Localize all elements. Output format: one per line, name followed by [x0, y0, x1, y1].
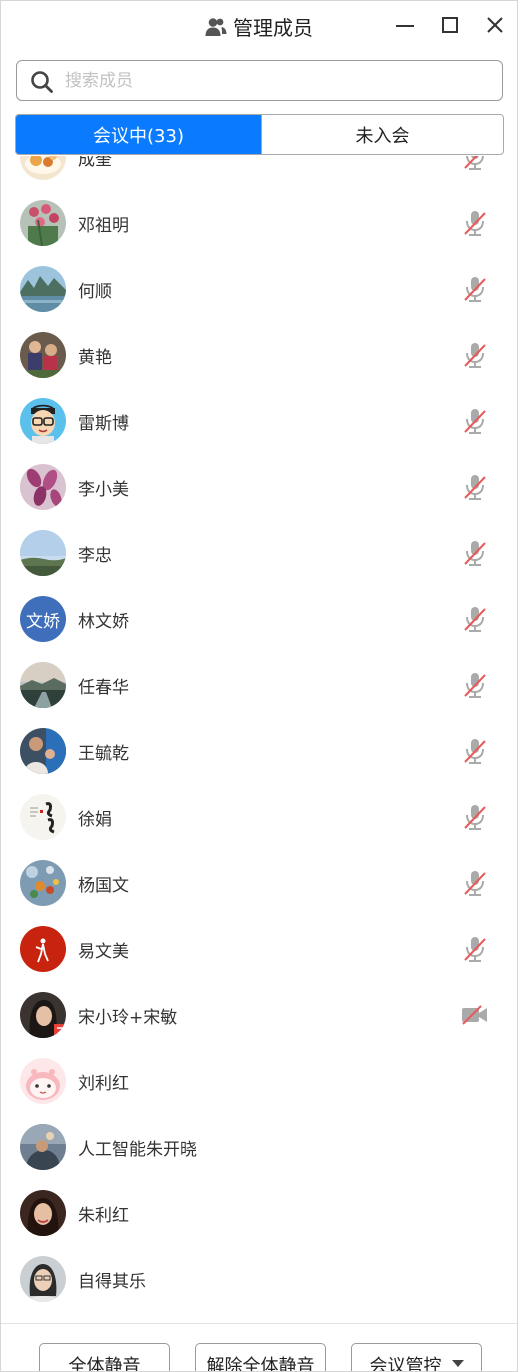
camera-off-icon[interactable] — [461, 1004, 489, 1026]
list-item[interactable]: 雷斯博 — [1, 388, 517, 454]
member-name: 王毓乾 — [78, 744, 129, 764]
mic-muted-icon[interactable] — [462, 737, 488, 765]
member-name: 雷斯博 — [78, 414, 129, 434]
list-item[interactable]: 任春华 — [1, 652, 517, 718]
list-item[interactable]: 文娇 林文娇 — [1, 586, 517, 652]
list-item[interactable]: 宋小玲+宋敏 — [1, 982, 517, 1048]
member-name: 朱利红 — [78, 1206, 129, 1226]
list-item[interactable]: 徐娟 — [1, 784, 517, 850]
mic-muted-icon[interactable] — [462, 539, 488, 567]
avatar: 文娇 — [20, 596, 66, 642]
member-name: 易文美 — [78, 942, 129, 962]
mic-muted-icon[interactable] — [462, 803, 488, 831]
title-bar: 管理成员 — [1, 1, 517, 51]
avatar — [20, 464, 66, 510]
avatar — [20, 662, 66, 708]
people-icon — [205, 17, 227, 42]
list-item[interactable]: 易文美 — [1, 916, 517, 982]
caret-down-icon — [451, 1360, 464, 1367]
avatar — [20, 530, 66, 576]
mic-muted-icon[interactable] — [462, 209, 488, 237]
member-name: 自得其乐 — [78, 1272, 146, 1292]
member-name: 刘利红 — [78, 1074, 129, 1094]
list-item[interactable]: 成奎 — [1, 156, 517, 190]
list-item[interactable]: 李小美 — [1, 454, 517, 520]
footer-toolbar: 全体静音 解除全体静音 会议管控 — [1, 1323, 517, 1372]
mic-muted-icon[interactable] — [462, 935, 488, 963]
list-item[interactable]: 何顺 — [1, 256, 517, 322]
list-item[interactable]: 朱利红 — [1, 1180, 517, 1246]
avatar — [20, 1124, 66, 1170]
avatar — [20, 992, 66, 1038]
mic-muted-icon[interactable] — [462, 605, 488, 633]
list-item[interactable]: 邓祖明 — [1, 190, 517, 256]
mic-muted-icon[interactable] — [462, 156, 488, 171]
meeting-control-button[interactable]: 会议管控 — [351, 1343, 482, 1372]
unmute-all-button[interactable]: 解除全体静音 — [195, 1343, 326, 1371]
list-item[interactable]: 刘利红 — [1, 1048, 517, 1114]
member-name: 李忠 — [78, 546, 112, 566]
member-list[interactable]: 成奎 邓祖明 何顺 黄艳 雷斯博 李小美 李忠 文娇 林文娇 任春华 王毓乾 徐… — [1, 156, 517, 1323]
avatar — [20, 398, 66, 444]
list-item[interactable]: 人工智能朱开晓 — [1, 1114, 517, 1180]
member-name: 任春华 — [78, 678, 129, 698]
mic-muted-icon[interactable] — [462, 869, 488, 897]
mic-muted-icon[interactable] — [462, 407, 488, 435]
mic-muted-icon[interactable] — [462, 671, 488, 699]
member-name: 李小美 — [78, 480, 129, 500]
member-list-content: 成奎 邓祖明 何顺 黄艳 雷斯博 李小美 李忠 文娇 林文娇 任春华 王毓乾 徐… — [1, 156, 517, 1312]
list-item[interactable]: 自得其乐 — [1, 1246, 517, 1312]
search-box — [16, 60, 503, 101]
member-name: 徐娟 — [78, 810, 112, 830]
mute-all-button[interactable]: 全体静音 — [39, 1343, 170, 1371]
close-icon[interactable] — [483, 13, 507, 37]
member-name: 杨国文 — [78, 876, 129, 896]
member-name: 宋小玲+宋敏 — [78, 1008, 178, 1028]
avatar — [20, 1190, 66, 1236]
avatar — [20, 266, 66, 312]
member-name: 黄艳 — [78, 348, 112, 368]
member-name: 成奎 — [78, 156, 112, 170]
tab-in-meeting[interactable]: 会议中(33) — [16, 115, 261, 154]
list-item[interactable]: 王毓乾 — [1, 718, 517, 784]
mic-muted-icon[interactable] — [462, 473, 488, 501]
list-item[interactable]: 李忠 — [1, 520, 517, 586]
avatar — [20, 1256, 66, 1302]
avatar — [20, 926, 66, 972]
member-name: 人工智能朱开晓 — [78, 1140, 197, 1160]
avatar — [20, 156, 66, 180]
avatar — [20, 1058, 66, 1104]
search-input[interactable] — [65, 69, 485, 93]
mic-muted-icon[interactable] — [462, 341, 488, 369]
mic-muted-icon[interactable] — [462, 275, 488, 303]
member-name: 邓祖明 — [78, 216, 129, 236]
avatar — [20, 860, 66, 906]
window-title: 管理成员 — [233, 16, 313, 40]
manage-members-window: 管理成员 会议中(33) 未入会 — [0, 0, 518, 1372]
avatar — [20, 200, 66, 246]
avatar — [20, 794, 66, 840]
member-name: 何顺 — [78, 282, 112, 302]
member-tabs: 会议中(33) 未入会 — [15, 114, 504, 155]
tab-not-joined[interactable]: 未入会 — [261, 115, 503, 154]
maximize-icon[interactable] — [438, 13, 462, 37]
avatar — [20, 728, 66, 774]
list-item[interactable]: 黄艳 — [1, 322, 517, 388]
member-name: 林文娇 — [78, 612, 129, 632]
list-item[interactable]: 杨国文 — [1, 850, 517, 916]
meeting-control-label: 会议管控 — [369, 1356, 442, 1372]
minimize-icon[interactable] — [393, 13, 417, 37]
avatar — [20, 332, 66, 378]
search-icon — [30, 70, 54, 98]
